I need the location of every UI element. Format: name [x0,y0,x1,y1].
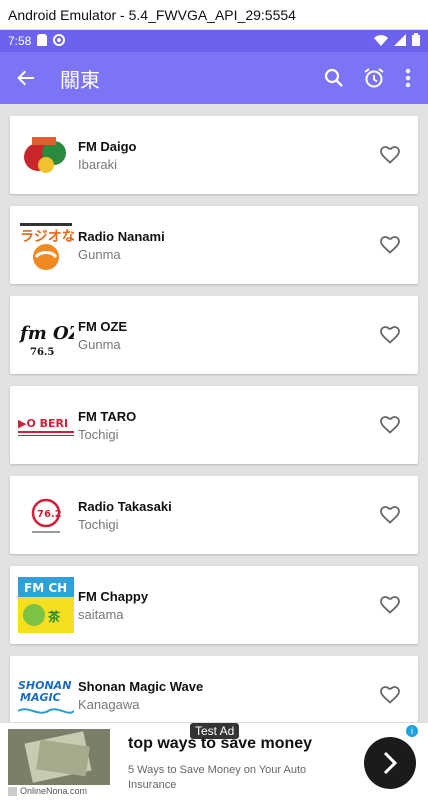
station-name: Radio Nanami [78,228,165,244]
svg-text:76.2: 76.2 [37,509,62,520]
heart-outline-icon [380,416,400,434]
station-prefecture: Tochigi [78,516,119,532]
station-name: FM Chappy [78,588,149,604]
station-name: FM Daigo [78,138,137,154]
svg-text:FM CH: FM CH [24,581,67,595]
sd-card-icon [37,33,48,49]
ad-source-text: OnlineNona.com [20,786,88,796]
page-title: 關東 [60,69,100,92]
station-card[interactable]: ラジオな Radio Nanami Gunma [10,206,418,284]
station-prefecture: Tochigi [78,426,119,442]
back-button[interactable] [6,58,46,98]
search-button[interactable] [314,58,354,98]
wifi-icon [374,34,388,49]
ad-info-icon[interactable]: i [406,725,418,737]
station-logo [18,127,74,183]
station-prefecture: saitama [78,606,124,622]
station-logo: 76.2 [18,487,74,543]
favorite-button[interactable] [372,137,408,173]
station-logo: ▶O BERI [18,397,74,453]
favorite-button[interactable] [372,407,408,443]
favorite-button[interactable] [372,317,408,353]
search-icon [324,68,343,87]
svg-text:MAGIC: MAGIC [20,691,61,704]
station-list: FM Daigo Ibaraki ラジオな Radio Nanami Gunma [0,104,428,724]
station-card[interactable]: FM CH 茶 FM Chappy saitama [10,566,418,644]
station-name: Shonan Magic Wave [78,678,204,694]
station-name: FM OZE [78,318,128,334]
svg-text:fm OZE: fm OZE [18,323,74,344]
svg-text:茶: 茶 [47,609,61,624]
ad-banner[interactable]: OnlineNona.com Test Ad top ways to save … [0,722,428,800]
arrow-back-icon [17,70,34,86]
station-prefecture: Kanagawa [78,696,140,712]
favorite-button[interactable] [372,587,408,623]
status-bar: 7:58 [0,30,428,52]
ad-open-button[interactable] [364,737,416,789]
station-card[interactable]: FM Daigo Ibaraki [10,116,418,194]
ad-image [8,729,110,785]
heart-outline-icon [380,596,400,614]
station-name: Radio Takasaki [78,498,172,514]
signal-icon [394,33,406,49]
app-bar: 關東 [0,52,428,104]
station-prefecture: Ibaraki [78,156,118,172]
ad-source: OnlineNona.com [8,786,87,796]
station-card[interactable]: 76.2 Radio Takasaki Tochigi [10,476,418,554]
ad-source-icon [8,786,17,796]
station-name: FM TARO [78,408,137,424]
sync-icon [53,33,66,49]
favorite-button[interactable] [372,497,408,533]
station-logo: fm OZE 76.5 [18,307,74,363]
station-prefecture: Gunma [78,336,121,352]
alarm-icon [364,68,384,88]
station-logo: ラジオな [18,217,74,273]
heart-outline-icon [380,506,400,524]
status-time: 7:58 [8,34,32,48]
battery-icon [412,33,420,49]
station-logo: FM CH 茶 [18,577,74,633]
alarm-button[interactable] [354,58,394,98]
station-card[interactable]: SHONAN MAGIC Shonan Magic Wave Kanagawa [10,656,418,724]
more-options-button[interactable] [394,58,422,98]
ad-subtext: 5 Ways to Save Money on Your Auto Insura… [128,764,307,791]
svg-text:▶O BERI: ▶O BERI [18,417,68,430]
heart-outline-icon [380,236,400,254]
favorite-button[interactable] [372,227,408,263]
svg-text:76.5: 76.5 [30,347,54,358]
favorite-button[interactable] [372,677,408,713]
chevron-right-icon [383,751,398,775]
station-logo: SHONAN MAGIC [18,667,74,723]
svg-text:ラジオな: ラジオな [20,229,74,245]
station-card[interactable]: ▶O BERI FM TARO Tochigi [10,386,418,464]
heart-outline-icon [380,326,400,344]
heart-outline-icon [380,686,400,704]
more-vert-icon [405,68,411,88]
station-prefecture: Gunma [78,246,121,262]
ad-headline[interactable]: top ways to save money [128,735,312,753]
station-card[interactable]: fm OZE 76.5 FM OZE Gunma [10,296,418,374]
heart-outline-icon [380,146,400,164]
window-title: Android Emulator - 5.4_FWVGA_API_29:5554 [0,0,428,30]
